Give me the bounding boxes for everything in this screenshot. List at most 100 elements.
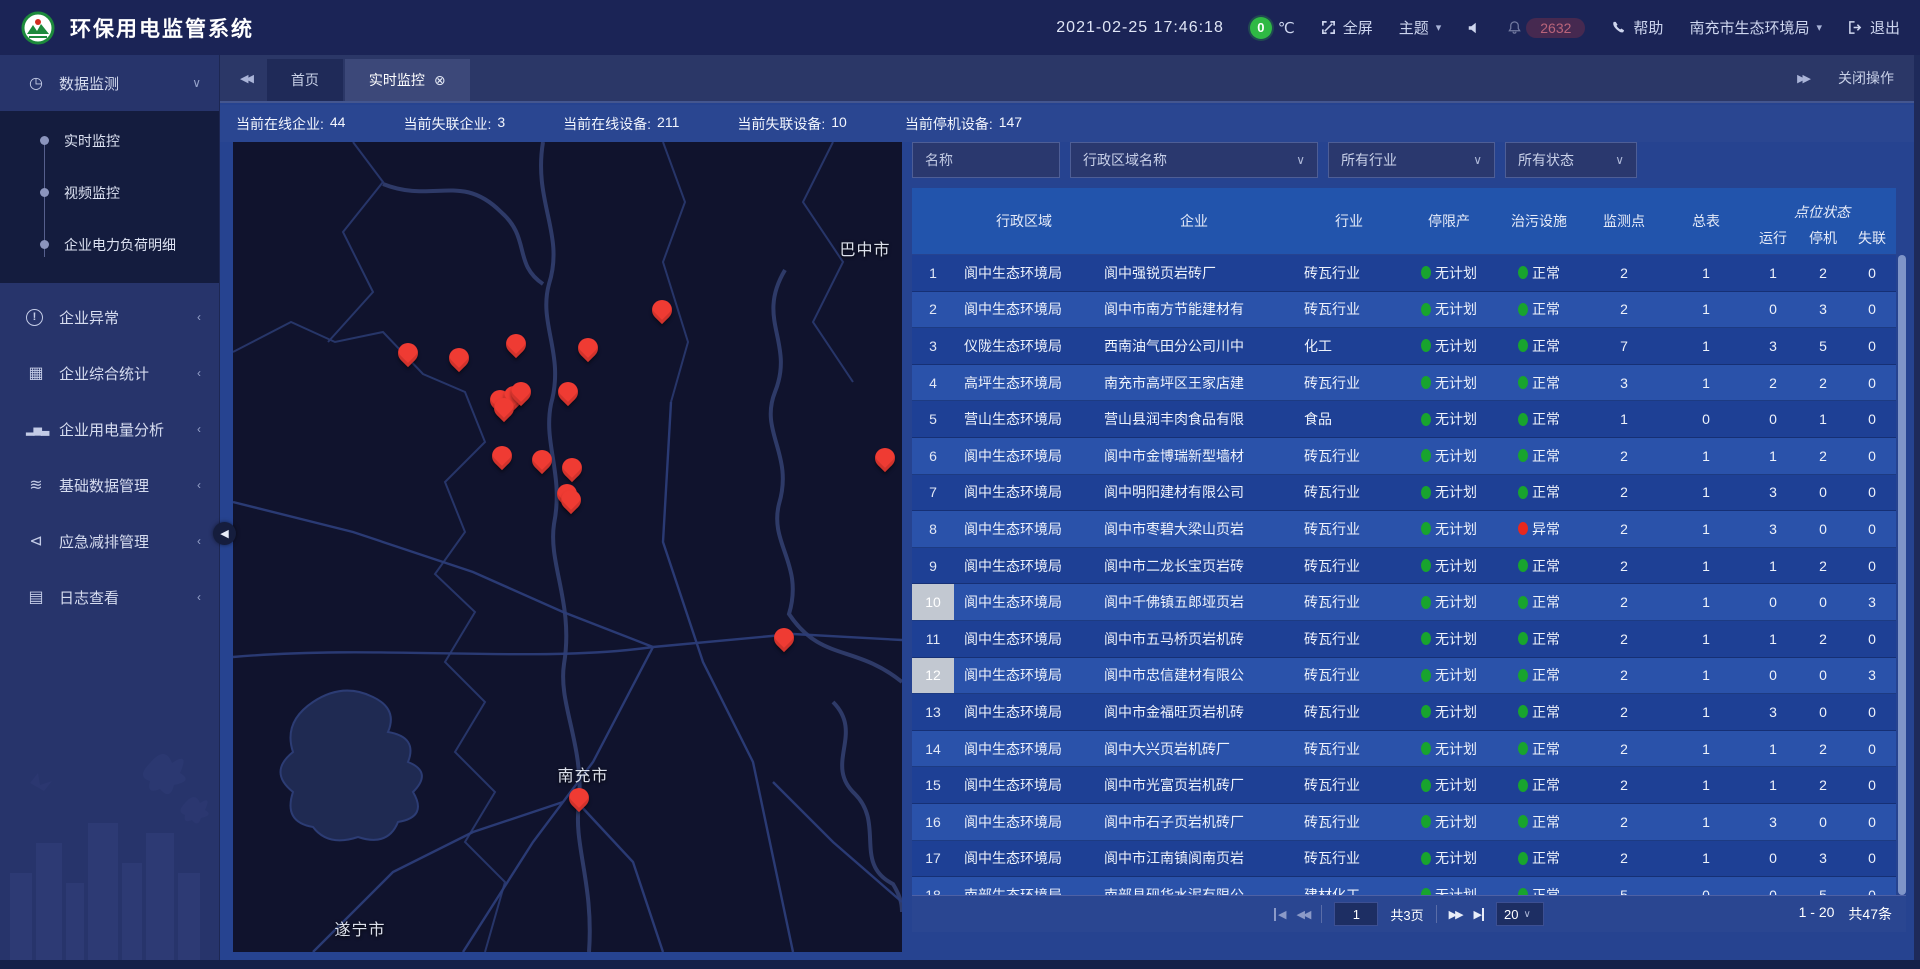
last-page-button[interactable]: ▶ [1474,908,1484,921]
map[interactable]: 巴中市南充市遂宁市 [233,142,902,952]
table-row[interactable]: 3 仪陇生态环境局 西南油气田分公司川中 化工 无计划 正常 7 1 3 5 0 [912,328,1896,365]
sidebar-item-realtime-monitor[interactable]: 实时监控 [0,115,219,167]
page-number-input[interactable] [1334,902,1378,926]
sidebar-item-enterprise-stats[interactable]: ▦ 企业综合统计 ‹ [0,345,219,401]
sidebar-item-log-view[interactable]: ▤ 日志查看 ‹ [0,569,219,625]
limit-status-cell: 无计划 [1404,401,1494,437]
sound-toggle-button[interactable] [1467,21,1481,35]
next-page-button[interactable]: ▶▶ [1449,908,1462,921]
row-index-cell: 13 [912,694,954,730]
sidebar-item-enterprise-abnormal[interactable]: ! 企业异常 ‹ [0,289,219,345]
help-button[interactable]: 帮助 [1611,17,1663,38]
meters-cell: 1 [1664,841,1748,877]
enterprise-panel: 行政区域名称 ∨ 所有行业 ∨ 所有状态 ∨ 行政区域 企业 行业 停限产 治污… [912,142,1906,932]
industry-cell: 砖瓦行业 [1294,365,1404,401]
company-cell: 西南油气田分公司川中 [1094,328,1294,364]
lost-count-cell: 0 [1848,328,1896,364]
table-row[interactable]: 13 阆中生态环境局 阆中市金福旺页岩机砖 砖瓦行业 无计划 正常 2 1 3 … [912,694,1896,731]
table-row[interactable]: 18 南部生态环境局 南部县砚华水泥有限公 建材化工 无计划 正常 5 0 0 … [912,877,1896,895]
limit-status-cell: 无计划 [1404,548,1494,584]
table-row[interactable]: 15 阆中生态环境局 阆中市光富页岩机砖厂 砖瓦行业 无计划 正常 2 1 1 … [912,767,1896,804]
prev-page-button[interactable]: ◀◀ [1296,908,1309,921]
chevron-down-icon: ∨ [1605,153,1624,167]
table-scrollbar[interactable] [1898,255,1906,895]
region-cell: 阆中生态环境局 [954,584,1094,620]
lost-count-cell: 0 [1848,255,1896,291]
page-scroll-track[interactable] [1914,55,1920,969]
header-actions: 2021-02-25 17:46:18 0 ℃ 全屏 主题 ▾ [1056,17,1900,39]
table-row[interactable]: 1 阆中生态环境局 阆中强锐页岩砖厂 砖瓦行业 无计划 正常 2 1 1 2 0 [912,255,1896,292]
sidebar-item-label: 企业用电量分析 [59,419,164,440]
tab-realtime-monitor[interactable]: 实时监控 ⊗ [345,59,470,101]
table-row[interactable]: 6 阆中生态环境局 阆中市金博瑞新型墙材 砖瓦行业 无计划 正常 2 1 1 2… [912,438,1896,475]
table-row[interactable]: 8 阆中生态环境局 阆中市枣碧大梁山页岩 砖瓦行业 无计划 异常 2 1 3 0… [912,511,1896,548]
name-filter-input[interactable] [925,152,1047,168]
fullscreen-button[interactable]: 全屏 [1321,17,1373,38]
top-header: 环保用电监管系统 2021-02-25 17:46:18 0 ℃ 全屏 主题 ▾ [0,0,1920,55]
status-filter-select[interactable]: 所有状态 ∨ [1505,142,1637,178]
facility-status-cell: 正常 [1494,804,1584,840]
status-dot-icon [1421,449,1431,462]
table-row[interactable]: 14 阆中生态环境局 阆中大兴页岩机砖厂 砖瓦行业 无计划 正常 2 1 1 2… [912,731,1896,768]
notifications-button[interactable]: 2632 [1507,18,1585,38]
table-row[interactable]: 2 阆中生态环境局 阆中市南方节能建材有 砖瓦行业 无计划 正常 2 1 0 3… [912,292,1896,329]
company-cell: 南充市高坪区王家店建 [1094,365,1294,401]
tab-scroll-right-button[interactable]: ▶▶ [1797,72,1808,85]
sidebar-item-power-load-detail[interactable]: 企业电力负荷明细 [0,219,219,271]
org-dropdown[interactable]: 南充市生态环境局 ▾ [1689,17,1822,38]
column-group-point-status: 点位状态 [1748,188,1896,224]
industry-cell: 化工 [1294,328,1404,364]
theme-dropdown[interactable]: 主题 ▾ [1399,17,1442,38]
run-count-cell: 0 [1748,877,1798,895]
facility-status-cell: 正常 [1494,658,1584,694]
industry-cell: 砖瓦行业 [1294,731,1404,767]
row-index-cell: 8 [912,511,954,547]
table-row[interactable]: 5 营山生态环境局 营山县润丰肉食品有限 食品 无计划 正常 1 0 0 1 0 [912,401,1896,438]
table-row[interactable]: 11 阆中生态环境局 阆中市五马桥页岩机砖 砖瓦行业 无计划 正常 2 1 1 … [912,621,1896,658]
row-index-cell: 7 [912,475,954,511]
limit-status-cell: 无计划 [1404,658,1494,694]
industry-filter-select[interactable]: 所有行业 ∨ [1328,142,1495,178]
sidebar-item-data-monitor[interactable]: ◷ 数据监测 ∨ [0,55,219,111]
first-page-button[interactable]: ◀ [1274,908,1284,921]
sidebar-item-video-monitor[interactable]: 视频监控 [0,167,219,219]
company-cell: 阆中市江南镇阆南页岩 [1094,841,1294,877]
table-row[interactable]: 7 阆中生态环境局 阆中明阳建材有限公司 砖瓦行业 无计划 正常 2 1 3 0… [912,475,1896,512]
lost-count-cell: 0 [1848,475,1896,511]
lost-count-cell: 0 [1848,292,1896,328]
region-filter-select[interactable]: 行政区域名称 ∨ [1070,142,1318,178]
table-row[interactable]: 10 阆中生态环境局 阆中千佛镇五郎垭页岩 砖瓦行业 无计划 正常 2 1 0 … [912,584,1896,621]
name-filter-field[interactable] [912,142,1060,178]
tab-scroll-left-button[interactable]: ◀◀ [220,72,267,85]
meters-cell: 1 [1664,621,1748,657]
table-row[interactable]: 17 阆中生态环境局 阆中市江南镇阆南页岩 砖瓦行业 无计划 正常 2 1 0 … [912,841,1896,878]
stop-count-cell: 2 [1798,621,1848,657]
sidebar-item-base-data[interactable]: ≋ 基础数据管理 ‹ [0,457,219,513]
table-row[interactable]: 16 阆中生态环境局 阆中市石子页岩机砖厂 砖瓦行业 无计划 正常 2 1 3 … [912,804,1896,841]
sidebar-item-emergency-reduction[interactable]: ⊲ 应急减排管理 ‹ [0,513,219,569]
run-count-cell: 1 [1748,767,1798,803]
tab-home[interactable]: 首页 [267,59,343,101]
status-dot-icon [1518,266,1528,279]
monitor-points-cell: 2 [1584,511,1664,547]
status-dot-icon [1518,779,1528,792]
table-row[interactable]: 9 阆中生态环境局 阆中市二龙长宝页岩砖 砖瓦行业 无计划 正常 2 1 1 2… [912,548,1896,585]
close-icon[interactable]: ⊗ [434,72,446,89]
monitor-points-cell: 2 [1584,255,1664,291]
table-row[interactable]: 4 高坪生态环境局 南充市高坪区王家店建 砖瓦行业 无计划 正常 3 1 2 2… [912,365,1896,402]
sidebar-collapse-handle[interactable]: ◀ [213,522,236,545]
monitor-points-cell: 2 [1584,658,1664,694]
range-label: 1 - 20 [1799,904,1835,924]
monitor-points-cell: 2 [1584,621,1664,657]
table-row[interactable]: 12 阆中生态环境局 阆中市忠信建材有限公 砖瓦行业 无计划 正常 2 1 0 … [912,658,1896,695]
logout-button[interactable]: 退出 [1848,17,1900,38]
datetime: 2021-02-25 17:46:18 [1056,19,1224,37]
monitor-points-cell: 7 [1584,328,1664,364]
sidebar-item-power-analysis[interactable]: ▂▅▃ 企业用电量分析 ‹ [0,401,219,457]
close-operations-button[interactable]: 关闭操作 [1838,68,1894,88]
meters-cell: 1 [1664,255,1748,291]
page-size-select[interactable]: 20 ∨ [1496,902,1544,926]
lost-count-cell: 0 [1848,767,1896,803]
stats-grid-icon: ▦ [26,363,46,383]
row-index-cell: 10 [912,584,954,620]
